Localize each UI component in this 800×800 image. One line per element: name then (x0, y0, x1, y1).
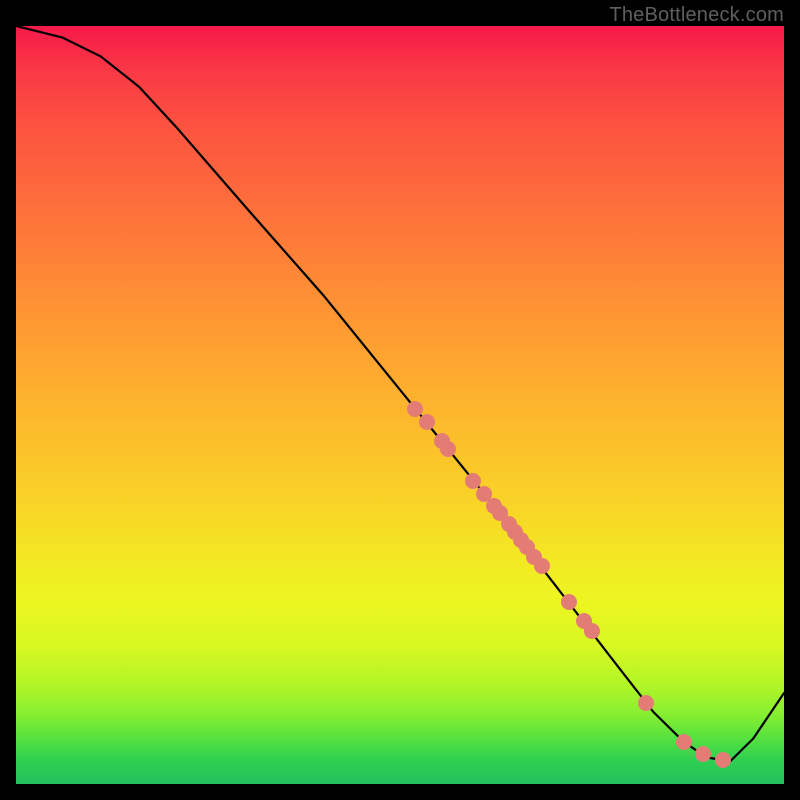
data-point (638, 695, 654, 711)
data-point (695, 746, 711, 762)
data-point (715, 752, 731, 768)
chart-frame: TheBottleneck.com (0, 0, 800, 800)
plot-area (16, 26, 784, 784)
curve-layer (16, 26, 784, 784)
watermark-text: TheBottleneck.com (609, 4, 784, 27)
data-point (561, 594, 577, 610)
data-point (584, 623, 600, 639)
bottleneck-curve (16, 26, 784, 761)
